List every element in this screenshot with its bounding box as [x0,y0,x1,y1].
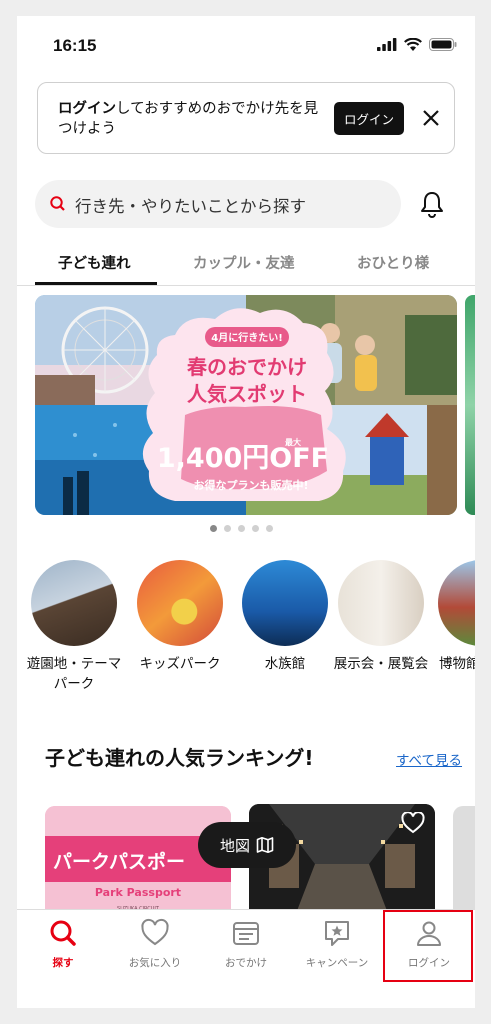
hero-badge: 4月に行きたい! [211,331,283,344]
ranking-card-subtitle: Park Passport [95,886,181,899]
hero-title-line1: 春のおでかけ [186,355,307,379]
battery-icon [429,38,457,51]
category-image [31,560,117,646]
tab-couple-friends[interactable]: カップル・友達 [193,252,295,273]
favorite-heart-icon[interactable] [401,812,425,834]
nav-search[interactable]: 探す [17,918,109,970]
search-icon [50,196,65,211]
ranking-card[interactable]: パークパスポー Park Passport SUZUKA CIRCUIT [45,806,231,916]
heart-icon [141,918,169,946]
close-icon[interactable] [418,105,444,131]
ranking-title: 子ども連れの人気ランキング! [45,746,314,770]
ranking-card-title: パークパスポー [53,850,185,873]
login-highlight-box [383,910,473,982]
ranking-card-image: パークパスポー Park Passport SUZUKA CIRCUIT [45,806,231,916]
see-all-link[interactable]: すべて見る [396,749,462,769]
hero-carousel-banner[interactable]: 4月に行きたい! 春のおでかけ 人気スポット 最大 1,400円OFF お得なプ… [35,295,457,515]
pager-dot[interactable] [210,525,217,532]
hero-title-line2: 人気スポット [187,382,307,406]
search-input[interactable]: 行き先・やりたいことから探す [35,180,401,228]
signal-icon [377,38,397,51]
pager-dot[interactable] [266,525,273,532]
category-label: 博物館 [439,656,475,672]
category-aquarium[interactable]: 水族館 [235,560,335,674]
category-label: 水族館 [264,656,306,672]
carousel-pager [210,525,273,532]
category-label: 展示会・展覧会 [333,656,429,672]
map-button[interactable]: 地図 [198,822,296,868]
category-image [438,560,475,646]
login-prompt-text: ログインしておすすめのおでかけ先を見つけよう [58,99,328,139]
map-button-label: 地図 [219,836,250,855]
nav-label: おでかけ [225,957,267,969]
status-icons [377,38,457,51]
audience-tabs: 子ども連れ カップル・友達 おひとり様 [17,242,475,286]
ranking-card-peek[interactable] [453,806,475,916]
hero-artwork: 4月に行きたい! 春のおでかけ 人気スポット 最大 1,400円OFF お得なプ… [35,295,457,515]
next-banner-peek[interactable] [465,295,475,515]
category-image [242,560,328,646]
nav-label: 探す [52,957,74,969]
app-screen: 16:15 ログインしておすすめのおでかけ先を見つけよう ログイン 行き先・やり… [17,16,475,1008]
banner-login-button[interactable]: ログイン [334,102,404,135]
tab-solo[interactable]: おひとり様 [357,252,429,273]
category-kids-park[interactable]: キッズパーク [130,560,230,674]
campaign-icon [325,921,349,946]
bell-icon[interactable] [419,190,445,218]
category-image [338,560,424,646]
nav-outings[interactable]: おでかけ [200,918,292,970]
nav-label: キャンペーン [305,957,369,969]
search-placeholder: 行き先・やりたいことから探す [75,197,306,216]
category-exhibition[interactable]: 展示会・展覧会 [331,560,431,674]
hero-subtitle: お得なプランも販売中! [193,478,308,492]
nav-favorites[interactable]: お気に入り [109,918,201,970]
pager-dot[interactable] [252,525,259,532]
bottom-navigation: 探す お気に入り おでかけ キャンペーン ログイン [17,909,475,1008]
map-icon [256,837,274,853]
login-prompt-banner: ログインしておすすめのおでかけ先を見つけよう ログイン [37,82,455,154]
hero-discount: 1,400円OFF [157,443,329,474]
tab-kids[interactable]: 子ども連れ [58,252,131,273]
category-amusement-park[interactable]: 遊園地・テーマパーク [24,560,124,694]
tab-active-indicator [35,282,157,285]
pager-dot[interactable] [224,525,231,532]
status-bar: 16:15 [17,16,475,76]
login-prompt-bold: ログイン [58,101,116,117]
category-label: 遊園地・テーマパーク [26,656,122,692]
pager-dot[interactable] [238,525,245,532]
category-image [137,560,223,646]
category-list: 遊園地・テーマパーク キッズパーク 水族館 展示会・展覧会 博物館 [17,560,475,700]
wifi-icon [404,38,422,51]
status-time: 16:15 [53,36,97,55]
ticket-icon [233,922,259,945]
nav-campaign[interactable]: キャンペーン [291,918,383,970]
nav-label: お気に入り [128,957,182,969]
category-museum[interactable]: 博物館 [431,560,475,674]
search-icon [50,920,76,946]
category-label: キッズパーク [139,656,221,672]
